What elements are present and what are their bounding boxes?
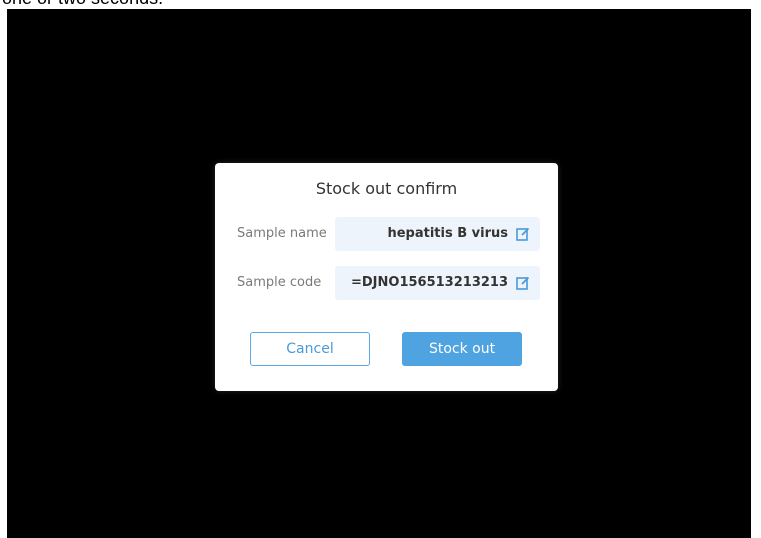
sample-code-value: =DJNO156513213213 xyxy=(351,275,508,290)
sample-code-row: Sample code =DJNO156513213213 xyxy=(215,266,558,300)
dialog-title: Stock out confirm xyxy=(315,179,458,198)
caption-text: one or two seconds. xyxy=(2,0,163,9)
sample-name-value: hepatitis B virus xyxy=(387,226,508,241)
sample-name-field[interactable]: hepatitis B virus xyxy=(335,217,540,251)
edit-icon[interactable] xyxy=(516,276,530,290)
caption-strip: one or two seconds. xyxy=(0,0,761,9)
stock-out-button[interactable]: Stock out xyxy=(402,332,522,366)
sample-name-label: Sample name xyxy=(237,226,327,241)
edit-icon[interactable] xyxy=(516,227,530,241)
sample-name-row: Sample name hepatitis B virus xyxy=(215,217,558,251)
cancel-button[interactable]: Cancel xyxy=(250,332,370,366)
sample-code-field[interactable]: =DJNO156513213213 xyxy=(335,266,540,300)
stock-out-confirm-dialog: Stock out confirm Sample name hepatitis … xyxy=(215,163,558,391)
device-screen: Stock out confirm Sample name hepatitis … xyxy=(7,9,751,538)
sample-code-label: Sample code xyxy=(237,275,322,290)
